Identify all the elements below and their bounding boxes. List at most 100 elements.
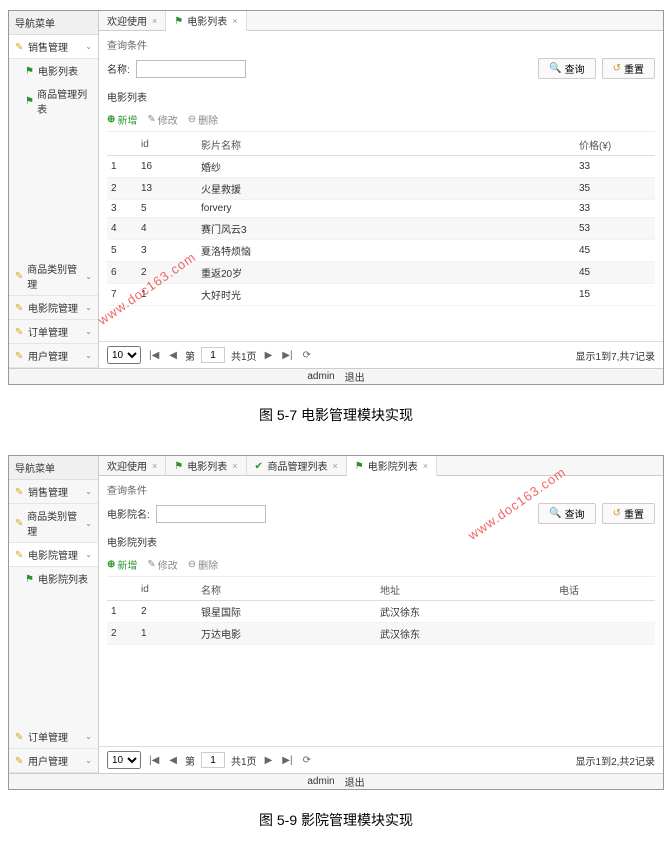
close-icon[interactable]: × <box>232 461 237 471</box>
footer: admin 退出 <box>9 773 663 789</box>
sidebar-sub-cinemalist[interactable]: ⚑电影院列表 <box>9 567 98 590</box>
page-input[interactable] <box>201 347 225 363</box>
sidebar-item-cinema[interactable]: ✎电影院管理⌄ <box>9 543 98 567</box>
table-row[interactable]: 71大好时光15 <box>107 284 655 306</box>
table-row[interactable]: 53夏洛特烦恼45 <box>107 240 655 262</box>
tab-movielist[interactable]: ⚑电影列表× <box>166 456 246 475</box>
edit-button[interactable]: ✎修改 <box>147 557 177 572</box>
sidebar-sub-label: 电影列表 <box>38 63 78 78</box>
button-label: 重置 <box>624 506 644 521</box>
pager-label: 第 <box>185 753 195 768</box>
pager-first[interactable]: |◀ <box>147 755 161 766</box>
sidebar-item-label: 订单管理 <box>28 729 68 744</box>
close-icon[interactable]: × <box>152 461 157 471</box>
th-name: 名称 <box>197 579 376 601</box>
th-num <box>107 579 137 601</box>
button-label: 重置 <box>624 61 644 76</box>
table-row[interactable]: 44赛门风云353 <box>107 218 655 240</box>
sidebar-sub-goodslist[interactable]: ⚑商品管理列表 <box>9 82 98 120</box>
page-size-select[interactable]: 10 <box>107 346 141 364</box>
close-icon[interactable]: × <box>152 16 157 26</box>
search-button[interactable]: 🔍查询 <box>538 503 595 524</box>
table-row[interactable]: 213火星救援35 <box>107 178 655 200</box>
chevron-icon: ⌄ <box>85 303 92 312</box>
reset-icon: ↺ <box>613 508 621 519</box>
tab-goodslist[interactable]: ✔商品管理列表× <box>247 456 347 475</box>
pager-label: 共1页 <box>231 348 257 363</box>
sidebar-item-goodscat[interactable]: ✎商品类别管理⌄ <box>9 257 98 296</box>
button-label: 查询 <box>565 506 585 521</box>
sidebar-item-user[interactable]: ✎用户管理⌄ <box>9 344 98 368</box>
tabs: 欢迎使用× ⚑电影列表× ✔商品管理列表× ⚑电影院列表× <box>99 456 663 476</box>
flag-icon: ⚑ <box>355 461 365 471</box>
reset-button[interactable]: ↺重置 <box>602 58 655 79</box>
close-icon[interactable]: × <box>333 461 338 471</box>
table-row[interactable]: 35forvery33 <box>107 200 655 218</box>
tab-movielist[interactable]: ⚑电影列表× <box>166 11 246 31</box>
delete-button[interactable]: ⊖删除 <box>188 557 218 572</box>
logout-link[interactable]: 退出 <box>345 369 365 384</box>
tab-cinemalist[interactable]: ⚑电影院列表× <box>347 456 437 476</box>
pager-label: 共1页 <box>231 753 257 768</box>
pager-prev[interactable]: ◀ <box>167 350 179 361</box>
movie-table: id 影片名称 价格(¥) 116婚纱33213火星救援3535forvery3… <box>107 134 655 306</box>
logout-link[interactable]: 退出 <box>345 774 365 789</box>
chevron-icon: ⌄ <box>85 487 92 496</box>
table-row[interactable]: 116婚纱33 <box>107 156 655 178</box>
flag-icon: ⚑ <box>25 66 35 76</box>
add-button[interactable]: ⊕新增 <box>107 112 137 127</box>
tab-welcome[interactable]: 欢迎使用× <box>99 11 166 30</box>
delete-button[interactable]: ⊖删除 <box>188 112 218 127</box>
pager-first[interactable]: |◀ <box>147 350 161 361</box>
button-label: 修改 <box>158 557 178 572</box>
close-icon[interactable]: × <box>232 16 237 26</box>
table-row[interactable]: 12银星国际武汉徐东 <box>107 601 655 623</box>
pager-prev[interactable]: ◀ <box>167 755 179 766</box>
pager-next[interactable]: ▶ <box>263 755 275 766</box>
sidebar-title: 导航菜单 <box>9 456 98 480</box>
name-input[interactable] <box>136 60 246 78</box>
pager-next[interactable]: ▶ <box>263 350 275 361</box>
close-icon[interactable]: × <box>423 461 428 471</box>
page-size-select[interactable]: 10 <box>107 751 141 769</box>
tab-welcome[interactable]: 欢迎使用× <box>99 456 166 475</box>
pager-last[interactable]: ▶| <box>280 350 294 361</box>
sidebar-item-user[interactable]: ✎用户管理⌄ <box>9 749 98 773</box>
plus-icon: ⊕ <box>107 114 115 125</box>
page-input[interactable] <box>201 752 225 768</box>
table-row[interactable]: 62重返20岁45 <box>107 262 655 284</box>
pager-last[interactable]: ▶| <box>280 755 294 766</box>
edit-button[interactable]: ✎修改 <box>147 112 177 127</box>
pager-refresh[interactable]: ⟳ <box>301 350 313 361</box>
sidebar-item-sales[interactable]: ✎销售管理⌄ <box>9 480 98 504</box>
add-button[interactable]: ⊕新增 <box>107 557 137 572</box>
sidebar-sub-movielist[interactable]: ⚑电影列表 <box>9 59 98 82</box>
tick-icon: ✔ <box>255 461 265 471</box>
reset-button[interactable]: ↺重置 <box>602 503 655 524</box>
sidebar-item-sales[interactable]: ✎销售管理⌄ <box>9 35 98 59</box>
pen-icon: ✎ <box>15 42 25 52</box>
pen-icon: ✎ <box>15 351 25 361</box>
sidebar-item-cinema[interactable]: ✎电影院管理⌄ <box>9 296 98 320</box>
pen-icon: ✎ <box>15 303 25 313</box>
figure-caption-1: 图 5-7 电影管理模块实现 <box>0 405 672 425</box>
chevron-down-icon: ⌄ <box>85 550 92 559</box>
sidebar-item-order[interactable]: ✎订单管理⌄ <box>9 320 98 344</box>
pencil-icon: ✎ <box>147 114 155 125</box>
pen-icon: ✎ <box>15 518 24 528</box>
tab-label: 电影列表 <box>187 13 227 28</box>
sidebar-title: 导航菜单 <box>9 11 98 35</box>
pen-icon: ✎ <box>15 327 25 337</box>
sidebar-item-goodscat[interactable]: ✎商品类别管理⌄ <box>9 504 98 543</box>
sidebar: 导航菜单 ✎销售管理⌄ ⚑电影列表 ⚑商品管理列表 ✎商品类别管理⌄ ✎电影院管… <box>9 11 99 368</box>
chevron-icon: ⌄ <box>85 351 92 360</box>
flag-icon: ⚑ <box>174 461 184 471</box>
pen-icon: ✎ <box>15 756 25 766</box>
cinema-name-input[interactable] <box>156 505 266 523</box>
sidebar: 导航菜单 ✎销售管理⌄ ✎商品类别管理⌄ ✎电影院管理⌄ ⚑电影院列表 ✎订单管… <box>9 456 99 773</box>
search-button[interactable]: 🔍查询 <box>538 58 595 79</box>
pager-refresh[interactable]: ⟳ <box>301 755 313 766</box>
sidebar-item-order[interactable]: ✎订单管理⌄ <box>9 725 98 749</box>
table-row[interactable]: 21万达电影武汉徐东 <box>107 623 655 645</box>
reset-icon: ↺ <box>613 63 621 74</box>
